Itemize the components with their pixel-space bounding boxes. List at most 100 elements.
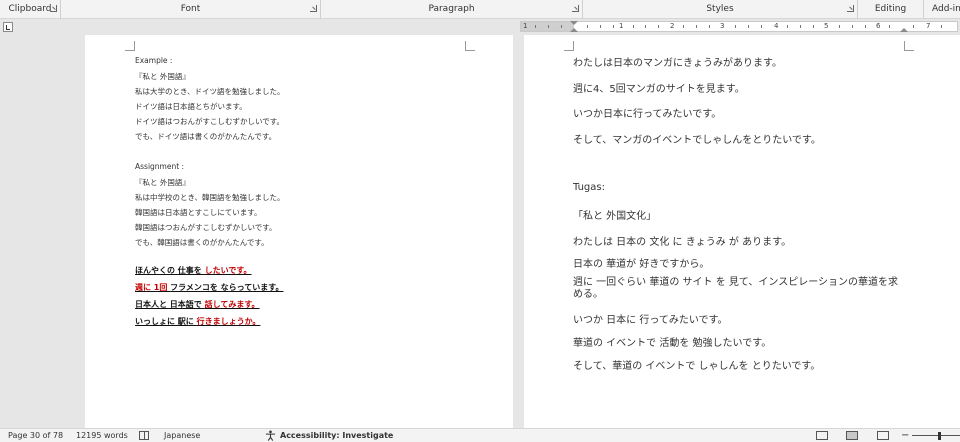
ruler-tick: [813, 25, 814, 28]
zoom-slider-thumb[interactable]: [938, 432, 941, 440]
ribbon-group-editing: Editing: [858, 0, 924, 19]
ruler-number: 6: [876, 22, 881, 30]
tugas-title: 「私と 外国文化」: [573, 211, 657, 222]
paragraph-line: いつか日本に行ってみたいです。: [573, 109, 722, 120]
ruler-tick: [735, 25, 736, 28]
styles-dialog-launcher-icon[interactable]: [847, 5, 854, 12]
margin-corner-mark: [904, 41, 914, 51]
practice-sentence: いっしょに 駅に 行きましょうか。: [135, 316, 260, 327]
hanging-indent-marker[interactable]: [570, 28, 578, 32]
ribbon-group-label: Styles: [706, 4, 734, 14]
ruler-tick: [839, 25, 840, 28]
ruler-tick: [535, 25, 536, 28]
sentence-black-part: ほんやくの 仕事を: [135, 266, 205, 275]
ruler-number: 3: [720, 22, 725, 30]
ruler-tick: [800, 25, 801, 28]
ruler-tick: [633, 25, 634, 28]
paragraph-line: 華道の イベントで 活動を 勉強したいです。: [573, 338, 772, 349]
margin-corner-mark: [564, 41, 574, 51]
first-line-indent-marker[interactable]: [570, 21, 578, 25]
assignment-line: 韓国語はつおんがすこしむずかしいです。: [135, 223, 277, 232]
ruler-number: 7: [926, 22, 931, 30]
paragraph-line: いつか 日本に 行ってみたいです。: [573, 315, 728, 326]
read-mode-icon[interactable]: [816, 431, 828, 440]
web-layout-icon[interactable]: [877, 431, 889, 440]
practice-sentence: ほんやくの 仕事を したいです。: [135, 265, 252, 276]
ruler-tick: [941, 25, 942, 28]
ruler-row: 1 1 2 3 4 5 6 7: [0, 19, 960, 35]
ruler-number: 1: [523, 22, 528, 30]
ruler-tick: [748, 25, 749, 28]
example-heading: Example :: [135, 56, 173, 65]
tugas-label: Tugas:: [573, 182, 605, 193]
page-count[interactable]: Page 30 of 78: [8, 429, 63, 442]
ruler-number: 1: [619, 22, 624, 30]
ruler-tick: [600, 25, 601, 28]
print-layout-icon[interactable]: [846, 431, 858, 440]
clipboard-dialog-launcher-icon[interactable]: [50, 5, 57, 12]
margin-corner-mark: [125, 41, 135, 51]
paragraph-line: 週に 一回ぐらい 華道の サイト を 見て、インスピレーションの華道を求める。: [573, 277, 898, 300]
ruler-tick: [913, 25, 914, 28]
paragraph-dialog-launcher-icon[interactable]: [572, 5, 579, 12]
paragraph-line: そして、マンガのイベントでしゃしんをとりたいです。: [573, 135, 821, 146]
horizontal-ruler[interactable]: 1 1 2 3 4 5 6 7: [520, 21, 958, 32]
proofing-book-icon[interactable]: [139, 431, 149, 440]
ribbon-group-label: Add-ins: [932, 4, 960, 14]
sentence-black-part: フラメンコを ならっています。: [170, 283, 284, 292]
ruler-tick: [683, 25, 684, 28]
sentence-red-part: 週に 1回: [135, 283, 171, 292]
status-bar: Page 30 of 78 12195 words Japanese Acces…: [0, 428, 960, 442]
assignment-line: 『私と 外国語』: [135, 178, 190, 187]
ribbon-group-label: Paragraph: [428, 4, 475, 14]
assignment-line: 私は中学校のとき、韓国語を勉強しました。: [135, 193, 285, 202]
ruler-tick: [645, 25, 646, 28]
right-indent-marker[interactable]: [900, 28, 908, 32]
ruler-tick: [889, 25, 890, 28]
example-line: ドイツ語は日本語とちがいます。: [135, 102, 247, 111]
paragraph-line: 週に4、5回マンガのサイトを見ます。: [573, 84, 745, 95]
sentence-black-part: 日本人と 日本語で: [135, 300, 205, 309]
zoom-out-button[interactable]: −: [901, 429, 909, 442]
ruler-tick: [709, 25, 710, 28]
ribbon-group-label: Font: [180, 4, 201, 14]
ruler-number: 4: [774, 22, 779, 30]
ruler-number: 5: [824, 22, 829, 30]
accessibility-icon[interactable]: [265, 430, 276, 441]
ribbon-group-add-ins: Add-ins: [924, 0, 960, 19]
ribbon-group-label: Clipboard: [8, 4, 52, 14]
word-count[interactable]: 12195 words: [76, 429, 128, 442]
zoom-slider-track[interactable]: [912, 435, 960, 436]
paragraph-line: わたしは日本のマンガにきょうみがあります。: [573, 58, 782, 69]
ruler-tick: [761, 25, 762, 28]
assignment-line: 韓国語は日本語とすこしにています。: [135, 208, 262, 217]
margin-corner-mark: [465, 41, 475, 51]
ruler-tick: [852, 25, 853, 28]
sentence-black-part: いっしょに 駅に: [135, 317, 197, 326]
ruler-tick: [865, 25, 866, 28]
example-line: ドイツ語はつおんがすこしむずかしいです。: [135, 117, 285, 126]
paragraph-line: わたしは 日本の 文化 に きょうみ が あります。: [573, 237, 792, 248]
document-page-right[interactable]: わたしは日本のマンガにきょうみがあります。 週に4、5回マンガのサイトを見ます。…: [524, 35, 960, 428]
ruler-tick: [658, 25, 659, 28]
assignment-heading: Assignment :: [135, 162, 185, 171]
document-page-left[interactable]: Example : 『私と 外国語』 私は大学のとき、ドイツ語を勉強しました。 …: [85, 35, 513, 428]
ribbon-group-paragraph: Paragraph: [321, 0, 583, 19]
paragraph-line: 日本の 華道が 好きですから。: [573, 259, 710, 270]
ruler-number: 2: [670, 22, 675, 30]
ribbon-group-styles: Styles: [583, 0, 858, 19]
ribbon-group-bar: Clipboard Font Paragraph Styles Editing …: [0, 0, 960, 19]
tab-stop-selector[interactable]: [3, 22, 13, 32]
ruler-tick: [548, 25, 549, 28]
ruler-tick: [696, 25, 697, 28]
example-line: 『私と 外国語』: [135, 72, 190, 81]
assignment-line: でも、韓国語は書くのがかんたんです。: [135, 238, 269, 247]
practice-sentence: 日本人と 日本語で 話してみます。: [135, 299, 260, 310]
ribbon-group-label: Editing: [874, 4, 907, 14]
font-dialog-launcher-icon[interactable]: [310, 5, 317, 12]
ruler-tick: [613, 25, 614, 28]
ribbon-group-clipboard: Clipboard: [0, 0, 61, 19]
language-indicator[interactable]: Japanese: [164, 429, 200, 442]
sentence-red-part: 行きましょうか。: [196, 317, 261, 326]
accessibility-status[interactable]: Accessibility: Investigate: [280, 429, 393, 442]
